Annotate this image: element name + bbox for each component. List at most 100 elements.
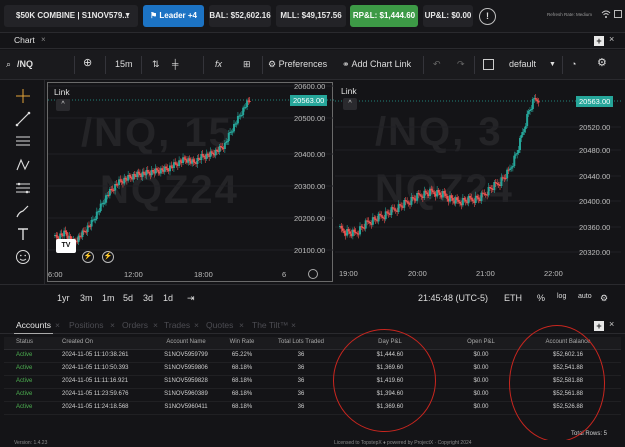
tab-trades[interactable]: Trades bbox=[164, 320, 190, 330]
cell-total-lots: 36 bbox=[297, 352, 305, 358]
header-created-on[interactable]: Created On bbox=[62, 339, 93, 345]
layout-select[interactable]: default bbox=[509, 59, 536, 69]
collapse-button[interactable]: ^ bbox=[343, 98, 357, 110]
header-account-name[interactable]: Account Name bbox=[166, 339, 205, 345]
range-1d[interactable]: 1d bbox=[163, 293, 173, 303]
close-tab-icon[interactable]: × bbox=[239, 320, 244, 330]
candle bbox=[64, 230, 67, 232]
add-chart-link-button[interactable]: ⚭ Add Chart Link bbox=[342, 59, 411, 70]
session-toggle[interactable]: ETH bbox=[504, 293, 522, 303]
range-3m[interactable]: 3m bbox=[80, 293, 93, 303]
close-tab-icon[interactable]: × bbox=[41, 35, 46, 44]
chart-pane-15m[interactable]: /NQ, 15 NQZ24 Link ^ 20600.00 20563.00 2… bbox=[47, 82, 334, 282]
range-5d[interactable]: 5d bbox=[123, 293, 133, 303]
tab-the-tilt[interactable]: The Tilt™ bbox=[252, 320, 288, 330]
layout-icon[interactable] bbox=[483, 59, 494, 70]
indicators-icon[interactable]: fx bbox=[215, 59, 222, 69]
candle bbox=[244, 107, 247, 108]
close-tab-icon[interactable]: × bbox=[153, 320, 158, 330]
settings-gear-icon[interactable]: ⚙ bbox=[597, 56, 607, 69]
chart-footer: 1yr 3m 1m 5d 3d 1d ⇥ 21:45:48 (UTC-5) ET… bbox=[0, 284, 625, 310]
candle bbox=[119, 179, 122, 181]
interval-select[interactable]: 15m bbox=[115, 59, 133, 69]
tab-accounts[interactable]: Accounts bbox=[14, 320, 53, 334]
range-1m[interactable]: 1m bbox=[102, 293, 115, 303]
speed-icon[interactable]: ◔ bbox=[571, 59, 576, 69]
clock-readout[interactable]: 21:45:48 (UTC-5) bbox=[418, 293, 488, 303]
alert-icon[interactable]: ⊞ bbox=[243, 59, 251, 70]
cell-total-lots: 36 bbox=[297, 404, 305, 410]
compare-plus-icon[interactable]: ⊕ bbox=[83, 56, 92, 69]
close-panel-icon[interactable]: × bbox=[609, 34, 614, 44]
bolt-icon[interactable]: ⚡ bbox=[82, 251, 94, 263]
candle bbox=[451, 198, 454, 201]
text-tool-icon[interactable] bbox=[15, 226, 31, 242]
settings-icon[interactable]: ⚙ bbox=[600, 293, 608, 304]
search-icon[interactable]: ⌕ bbox=[6, 59, 11, 70]
fullscreen-icon[interactable] bbox=[614, 10, 622, 18]
close-tab-icon[interactable]: × bbox=[55, 320, 60, 330]
candle bbox=[240, 115, 243, 116]
chart-pane-3m[interactable]: /NQ, 3 NQZ24 Link ^ 20563.00 20520.00 20… bbox=[335, 82, 621, 282]
add-tab-button[interactable]: + bbox=[594, 36, 604, 46]
close-panel-icon[interactable]: × bbox=[609, 319, 614, 329]
header-win-rate[interactable]: Win Rate bbox=[230, 339, 255, 345]
candle bbox=[490, 188, 493, 189]
percent-toggle[interactable]: % bbox=[537, 293, 545, 303]
fib-retracement-icon[interactable] bbox=[15, 134, 31, 150]
log-toggle[interactable]: log bbox=[557, 293, 566, 300]
account-select[interactable]: $50K COMBINE | S1NOV579... ▼ bbox=[4, 5, 138, 27]
candle bbox=[227, 133, 230, 141]
candle bbox=[161, 168, 164, 170]
chevron-down-icon[interactable]: ▼ bbox=[549, 61, 556, 68]
trend-line-icon[interactable] bbox=[15, 111, 31, 127]
candle bbox=[531, 99, 534, 109]
candle bbox=[437, 190, 440, 193]
pattern-icon[interactable] bbox=[15, 157, 31, 173]
tab-chart[interactable]: Chart bbox=[14, 35, 35, 45]
brush-icon[interactable] bbox=[15, 203, 31, 219]
crosshair-icon[interactable] bbox=[15, 88, 31, 104]
tab-positions[interactable]: Positions bbox=[69, 320, 104, 330]
close-tab-icon[interactable]: × bbox=[291, 320, 296, 330]
tab-quotes[interactable]: Quotes bbox=[206, 320, 233, 330]
info-icon[interactable]: ! bbox=[479, 8, 496, 25]
tab-orders[interactable]: Orders bbox=[122, 320, 148, 330]
close-tab-icon[interactable]: × bbox=[194, 320, 199, 330]
candle bbox=[146, 170, 149, 172]
cell-total-lots: 36 bbox=[297, 365, 305, 371]
position-tool-icon[interactable] bbox=[15, 180, 31, 196]
symbol-input[interactable]: /NQ bbox=[17, 59, 33, 69]
redo-icon[interactable]: ↷ bbox=[457, 59, 465, 70]
last-price-tag: 20563.00 bbox=[290, 95, 328, 106]
cell-status: Active bbox=[16, 352, 33, 358]
candle bbox=[413, 198, 416, 200]
candle bbox=[202, 155, 205, 158]
candle bbox=[391, 207, 394, 209]
header-total-lots[interactable]: Total Lots Traded bbox=[278, 339, 324, 345]
bolt-icon[interactable]: ⚡ bbox=[102, 251, 114, 263]
pane-link-label: Link bbox=[54, 87, 70, 97]
leader-button[interactable]: ⚑ Leader +4 bbox=[143, 5, 204, 27]
collapse-button[interactable]: ^ bbox=[56, 99, 70, 111]
date-range-icon[interactable]: ⇥ bbox=[187, 293, 195, 304]
header-status[interactable]: Status bbox=[16, 339, 33, 345]
cell-status: Active bbox=[16, 378, 33, 384]
close-tab-icon[interactable]: × bbox=[110, 320, 115, 330]
range-1yr[interactable]: 1yr bbox=[57, 293, 70, 303]
emoji-icon[interactable] bbox=[15, 249, 31, 265]
range-3d[interactable]: 3d bbox=[143, 293, 153, 303]
candle-icon[interactable]: ╪ bbox=[172, 59, 178, 69]
undo-icon[interactable]: ↶ bbox=[433, 59, 441, 70]
realized-pnl-badge: RP&L: $1,444.60 bbox=[350, 5, 418, 27]
header-open-pnl[interactable]: Open P&L bbox=[467, 339, 495, 345]
add-tab-button[interactable]: + bbox=[594, 321, 604, 331]
preferences-button[interactable]: ⚙ Preferences bbox=[268, 59, 327, 70]
auto-toggle[interactable]: auto bbox=[578, 293, 592, 300]
candle bbox=[165, 166, 168, 169]
y-tick: 20520.00 bbox=[579, 123, 611, 132]
annotation-circle bbox=[509, 325, 605, 442]
bar-type-icon[interactable]: ⇅ bbox=[152, 59, 160, 70]
candle bbox=[493, 182, 496, 190]
goto-realtime-icon[interactable] bbox=[308, 269, 318, 279]
